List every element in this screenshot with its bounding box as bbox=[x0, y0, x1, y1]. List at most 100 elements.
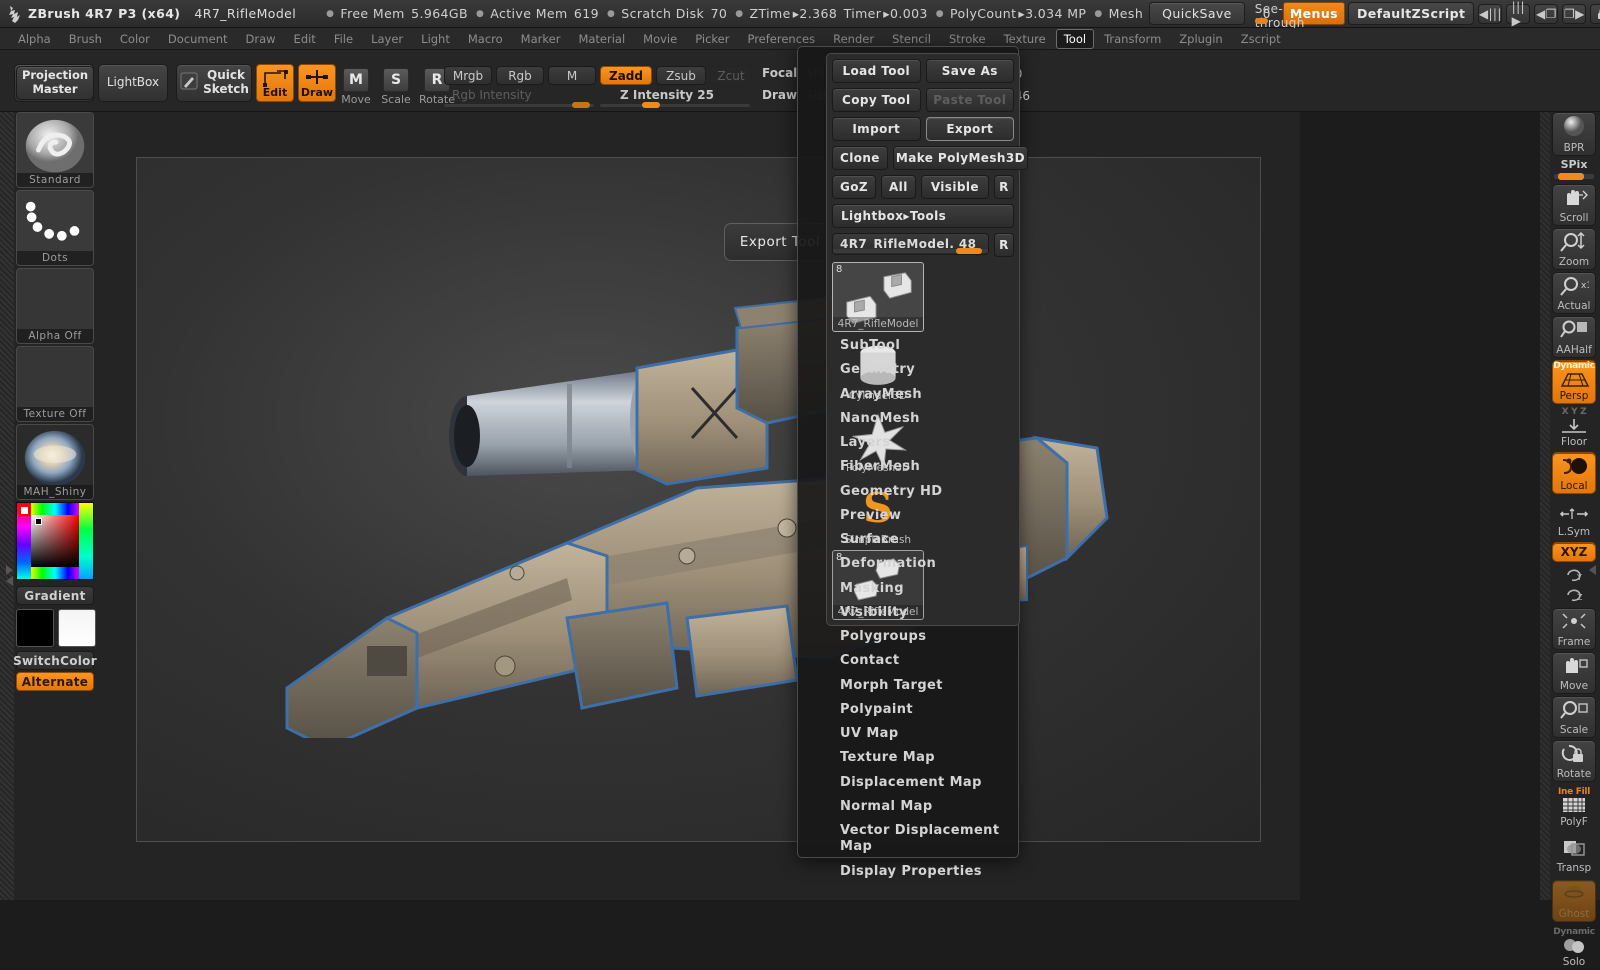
tool-menu-display-properties[interactable]: Display Properties bbox=[798, 860, 1018, 884]
tool-menu-nanomesh[interactable]: NanoMesh bbox=[798, 407, 1018, 431]
see-through-knob[interactable] bbox=[1254, 17, 1268, 24]
menu-item-marker[interactable]: Marker bbox=[513, 29, 569, 49]
lsym-button[interactable]: L.Sym bbox=[1552, 500, 1596, 540]
current-tool-slider[interactable]: 4R7_RifleModel. 48 bbox=[832, 233, 989, 255]
rotate-z-button[interactable]: Z bbox=[1552, 586, 1596, 606]
menu-item-draw[interactable]: Draw bbox=[238, 29, 284, 49]
menu-item-layer[interactable]: Layer bbox=[363, 29, 411, 49]
visible-r-button[interactable]: R bbox=[994, 175, 1014, 199]
lightbox-tools-button[interactable]: Lightbox▸Tools bbox=[832, 204, 1014, 228]
actual-button[interactable]: x1 Actual bbox=[1552, 272, 1596, 314]
canvas-area[interactable]: Export Tool bbox=[100, 112, 1300, 900]
move-nav-button[interactable]: Move bbox=[1552, 652, 1596, 694]
rgb-intensity-knob[interactable] bbox=[572, 102, 590, 108]
next-arrow-icon[interactable]: |||▶ bbox=[1506, 0, 1531, 28]
collapse-left-arrow-icon[interactable] bbox=[1588, 565, 1596, 575]
mrgb-button[interactable]: Mrgb bbox=[444, 66, 492, 85]
tool-menu-arraymesh[interactable]: ArrayMesh bbox=[798, 383, 1018, 407]
projection-master-shelf-button[interactable]: Projection Master bbox=[16, 66, 94, 100]
left-shelf-grip[interactable] bbox=[0, 112, 14, 900]
menu-item-macro[interactable]: Macro bbox=[460, 29, 511, 49]
collapse-left-arrow-icon[interactable] bbox=[5, 576, 13, 586]
document-viewport[interactable]: Export Tool bbox=[136, 157, 1261, 842]
gradient-button[interactable]: Gradient bbox=[16, 586, 94, 605]
persp-button[interactable]: Dynamic Persp bbox=[1552, 360, 1596, 404]
menu-item-color[interactable]: Color bbox=[112, 29, 158, 49]
aahalf-button[interactable]: AAHalf bbox=[1552, 316, 1596, 358]
ghost-button[interactable]: Ghost bbox=[1552, 880, 1596, 922]
quicksave-button[interactable]: QuickSave bbox=[1149, 2, 1245, 25]
tool-menu-polypaint[interactable]: Polypaint bbox=[798, 698, 1018, 722]
menu-item-movie[interactable]: Movie bbox=[635, 29, 685, 49]
menu-item-edit[interactable]: Edit bbox=[286, 29, 324, 49]
import-button[interactable]: Import bbox=[832, 117, 921, 141]
expand-right-arrow-icon[interactable] bbox=[5, 565, 13, 575]
tool-menu-normal-map[interactable]: Normal Map bbox=[798, 795, 1018, 819]
load-tool-button[interactable]: Load Tool bbox=[832, 59, 921, 83]
all-button[interactable]: All bbox=[881, 175, 916, 199]
menu-item-zscript[interactable]: Zscript bbox=[1233, 29, 1289, 49]
alternate-button[interactable]: Alternate bbox=[16, 672, 94, 691]
z-intensity-slider[interactable] bbox=[600, 94, 750, 108]
make-polymesh3d-button[interactable]: Make PolyMesh3D bbox=[892, 146, 1028, 170]
tool-palette-popup[interactable]: Load Tool Save As Copy Tool Paste Tool I… bbox=[797, 46, 1028, 879]
draw-button[interactable]: Draw bbox=[298, 64, 336, 102]
frame-button[interactable]: Frame bbox=[1552, 608, 1596, 650]
menu-item-transform[interactable]: Transform bbox=[1096, 29, 1169, 49]
zsub-button[interactable]: Zsub bbox=[656, 66, 706, 85]
tile-left-icon[interactable]: ◀❐ bbox=[1534, 3, 1559, 24]
menu-item-tool[interactable]: Tool bbox=[1055, 28, 1095, 49]
secondary-color-swatch[interactable] bbox=[58, 609, 96, 647]
tool-menu-layers[interactable]: Layers bbox=[798, 431, 1018, 455]
visible-button[interactable]: Visible bbox=[920, 175, 989, 199]
texture-swatch[interactable]: Texture Off bbox=[16, 346, 94, 422]
tool-menu-preview[interactable]: Preview bbox=[798, 504, 1018, 528]
transp-button[interactable]: Transp bbox=[1552, 834, 1596, 876]
polyf-button[interactable]: Ine Fill PolyF bbox=[1552, 786, 1596, 830]
m-button[interactable]: M bbox=[548, 66, 596, 85]
menu-item-file[interactable]: File bbox=[326, 29, 361, 49]
export-button[interactable]: Export bbox=[925, 117, 1014, 141]
prev-arrow-icon[interactable]: ◀||| bbox=[1478, 3, 1503, 24]
clone-button[interactable]: Clone bbox=[832, 146, 888, 170]
z-intensity-knob[interactable] bbox=[642, 102, 660, 108]
tool-thumb-rifle-selected[interactable]: 8 4R7_RifleModel bbox=[832, 262, 924, 332]
tool-menu-polygroups[interactable]: Polygroups bbox=[798, 625, 1018, 649]
current-tool-r-button[interactable]: R bbox=[994, 233, 1014, 257]
tool-menu-displacement-map[interactable]: Displacement Map bbox=[798, 771, 1018, 795]
stroke-swatch[interactable]: Dots bbox=[16, 190, 94, 266]
move-button[interactable]: M Move bbox=[336, 68, 376, 106]
scroll-button[interactable]: Scroll bbox=[1552, 184, 1596, 226]
spix-knob[interactable] bbox=[1558, 173, 1584, 180]
tool-menu-visibility[interactable]: Visibility bbox=[798, 601, 1018, 625]
edit-button[interactable]: Edit bbox=[256, 64, 294, 102]
scale-nav-button[interactable]: Scale bbox=[1552, 696, 1596, 738]
color-picker-marker-primary[interactable] bbox=[19, 505, 30, 516]
rgb-button[interactable]: Rgb bbox=[496, 66, 544, 85]
lock-icon[interactable] bbox=[1590, 3, 1600, 24]
zscript-button[interactable]: DefaultZScript bbox=[1347, 2, 1475, 25]
color-picker[interactable] bbox=[16, 502, 94, 580]
rgb-intensity-slider[interactable] bbox=[444, 94, 594, 108]
solo-button[interactable]: Dynamic Solo bbox=[1552, 926, 1596, 970]
brush-swatch[interactable]: Standard bbox=[16, 112, 94, 188]
color-picker-marker-secondary[interactable] bbox=[35, 518, 42, 525]
tool-menu-geometry-hd[interactable]: Geometry HD bbox=[798, 480, 1018, 504]
right-shelf-collapse-arrow[interactable] bbox=[1586, 564, 1598, 576]
menu-item-brush[interactable]: Brush bbox=[61, 29, 110, 49]
switch-color-button[interactable]: SwitchColor bbox=[13, 651, 97, 670]
quick-sketch-button[interactable]: Quick Sketch bbox=[176, 64, 252, 102]
menu-item-alpha[interactable]: Alpha bbox=[10, 29, 59, 49]
zcut-button[interactable]: Zcut bbox=[710, 66, 752, 85]
menu-item-picker[interactable]: Picker bbox=[687, 29, 737, 49]
tool-menu-surface[interactable]: Surface bbox=[798, 528, 1018, 552]
spix-slider[interactable] bbox=[1554, 173, 1594, 180]
right-shelf-grip[interactable] bbox=[1540, 112, 1550, 900]
scale-button[interactable]: S Scale bbox=[376, 68, 416, 106]
copy-tool-button[interactable]: Copy Tool bbox=[832, 88, 921, 112]
tool-menu-vector-displacement-map[interactable]: Vector Displacement Map bbox=[798, 819, 1018, 860]
menu-item-light[interactable]: Light bbox=[413, 29, 458, 49]
menu-item-material[interactable]: Material bbox=[570, 29, 633, 49]
xyz-button[interactable]: XYZ bbox=[1552, 542, 1596, 562]
current-tool-knob[interactable] bbox=[956, 248, 982, 254]
